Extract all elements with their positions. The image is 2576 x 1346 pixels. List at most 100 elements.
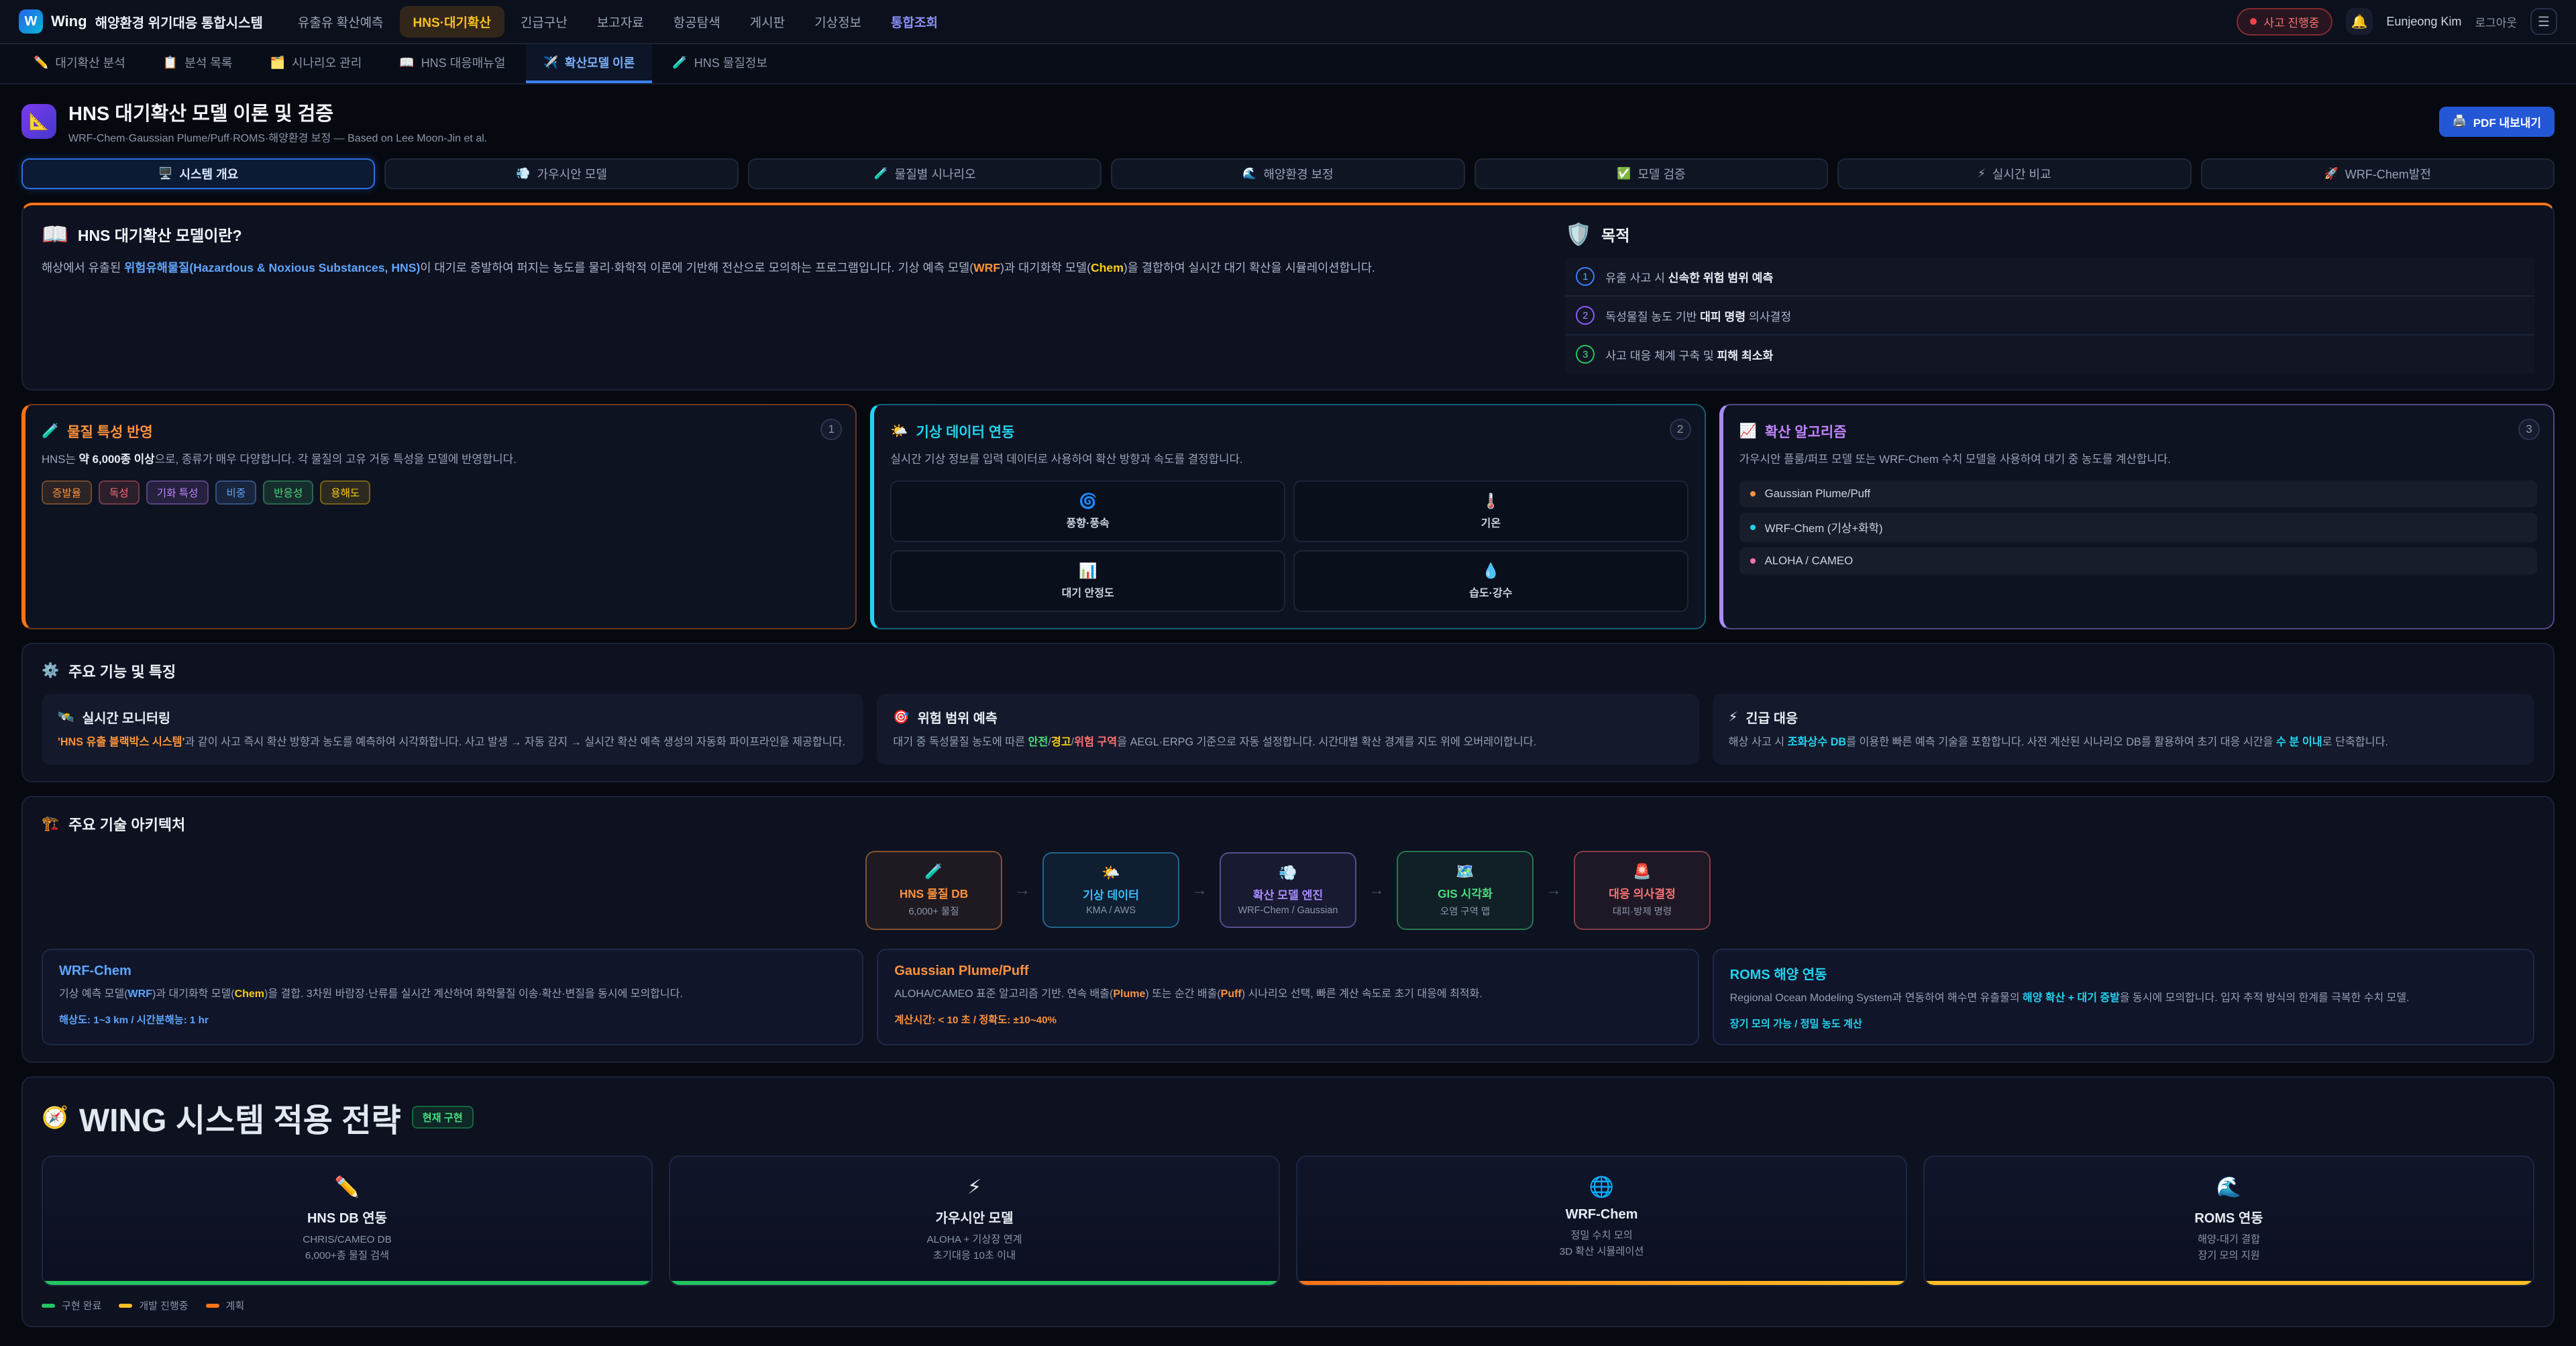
highlight-chem: Chem — [1091, 261, 1124, 274]
tab-model-validation[interactable]: ✅ 모델 검증 — [1474, 158, 1828, 189]
target-icon: 🎯 — [893, 709, 909, 725]
algorithm-list: Gaussian Plume/Puff WRF-Chem (기상+화학) ALO… — [1739, 480, 2537, 574]
tab-realtime-comparison[interactable]: ⚡ 실시간 비교 — [1837, 158, 2191, 189]
purpose-item: 3 사고 대응 체계 구축 및 피해 최소화 — [1565, 335, 2534, 373]
notification-bell-icon[interactable]: 🔔 — [2346, 8, 2373, 35]
incident-dot-icon — [2250, 18, 2257, 25]
weather-icon: 🌤️ — [890, 423, 908, 439]
tag-evaporation: 증발율 — [42, 480, 92, 505]
brand-logo-icon: W — [19, 9, 43, 34]
tag-specific-gravity: 비중 — [215, 480, 256, 505]
brand-name: Wing — [51, 13, 87, 30]
tech-wrfchem: WRF-Chem 기상 예측 모델(WRF)과 대기화학 모델(Chem)을 결… — [42, 949, 863, 1046]
subnav-scenario-management[interactable]: 🗂️ 시나리오 관리 — [252, 44, 379, 83]
page-header-left: 📐 HNS 대기확산 모델 이론 및 검증 WRF-Chem·Gaussian … — [21, 98, 487, 145]
tech-roms: ROMS 해양 연동 Regional Ocean Modeling Syste… — [1713, 949, 2534, 1046]
subnav-analysis[interactable]: ✏️ 대기확산 분석 — [16, 44, 143, 83]
strategy-gaussian: ⚡ 가우시안 모델 ALOHA + 기상장 연계 초기대응 10초 이내 — [669, 1155, 1280, 1286]
card-number-badge: 2 — [1670, 419, 1691, 440]
tab-gaussian-model[interactable]: 💨 가우시안 모델 — [384, 158, 738, 189]
subnav-model-theory[interactable]: ✈️ 확산모델 이론 — [526, 44, 653, 83]
shield-icon: 🛡️ — [1565, 221, 1592, 247]
droplet-icon: 💧 — [1300, 562, 1682, 580]
card-number-badge: 3 — [2518, 419, 2540, 440]
weather-icon: 🌤️ — [1057, 864, 1165, 882]
user-name: Eunjeong Kim — [2386, 15, 2461, 29]
printer-icon: 🖨️ — [2453, 115, 2467, 128]
features-title: 주요 기능 및 특징 — [68, 660, 176, 682]
tab-system-overview[interactable]: 🖥️ 시스템 개요 — [21, 158, 375, 189]
gear-icon: ⚙️ — [42, 663, 59, 679]
algo-gaussian: Gaussian Plume/Puff — [1739, 480, 2537, 507]
status-legend: 구현 완료 개발 진행중 계획 — [42, 1298, 2534, 1312]
book-icon: 📖 — [42, 221, 68, 247]
nav-item-weather[interactable]: 기상정보 — [801, 6, 875, 38]
wind-icon: 💨 — [516, 167, 530, 180]
tab-wrfchem-evolution[interactable]: 🚀 WRF-Chem발전 — [2201, 158, 2555, 189]
arrow-icon: → — [1368, 881, 1385, 900]
top-navigation: W Wing 해양환경 위기대응 통합시스템 유출유 확산예측 HNS·대기확산… — [0, 0, 2576, 44]
weather-tiles: 🌀 풍향·풍속 🌡️ 기온 📊 대기 안정도 💧 습도·강수 — [890, 480, 1688, 612]
incident-status-badge[interactable]: 사고 진행중 — [2237, 8, 2332, 36]
sub-navigation: ✏️ 대기확산 분석 📋 분석 목록 🗂️ 시나리오 관리 📖 HNS 대응매뉴… — [0, 44, 2576, 85]
subnav-analysis-list[interactable]: 📋 분석 목록 — [146, 44, 250, 83]
number-badge: 3 — [1576, 345, 1595, 364]
current-implementation-badge: 현재 구현 — [412, 1106, 474, 1129]
highlight-wrf: WRF — [973, 261, 1000, 274]
progress-bar — [43, 1281, 651, 1285]
nav-item-integrated-search[interactable]: 통합조회 — [877, 6, 951, 38]
nav-item-hns-dispersion[interactable]: HNS·대기확산 — [400, 6, 504, 38]
page-title: HNS 대기확산 모델 이론 및 검증 — [68, 98, 487, 126]
progress-bar — [1925, 1281, 2533, 1285]
arrow-icon: → — [1546, 881, 1562, 900]
bolt-icon: ⚡ — [684, 1176, 1265, 1199]
ruler-icon: 📐 — [21, 104, 56, 139]
subnav-hns-substance-info[interactable]: 🧪 HNS 물질정보 — [655, 44, 785, 83]
logout-button[interactable]: 로그아웃 — [2475, 13, 2517, 30]
strategy-roms: 🌊 ROMS 연동 해양-대기 결합 장기 모의 지원 — [1923, 1155, 2534, 1286]
tab-marine-correction[interactable]: 🌊 해양환경 보정 — [1111, 158, 1464, 189]
flow-model-engine: 💨 확산 모델 엔진 WRF-Chem / Gaussian — [1220, 852, 1356, 928]
architecture-flow: 🧪 HNS 물질 DB 6,000+ 물질 → 🌤️ 기상 데이터 KMA / … — [42, 851, 2534, 930]
purpose-item: 1 유출 사고 시 신속한 위험 범위 예측 — [1565, 258, 2534, 297]
tech-stat: 장기 모의 가능 / 정밀 농도 계산 — [1730, 1016, 2517, 1031]
nav-item-oil-spill[interactable]: 유출유 확산예측 — [284, 6, 397, 38]
incident-label: 사고 진행중 — [2263, 13, 2319, 30]
app-root: W Wing 해양환경 위기대응 통합시스템 유출유 확산예측 HNS·대기확산… — [0, 0, 2576, 1346]
menu-icon[interactable]: ☰ — [2530, 8, 2557, 35]
subnav-hns-manual[interactable]: 📖 HNS 대응매뉴얼 — [382, 44, 523, 83]
main-content: 📖 HNS 대기확산 모델이란? 해상에서 유출된 위험유해물질(Hazardo… — [0, 203, 2576, 1346]
folder-icon: 🗂️ — [270, 56, 284, 70]
feature-text: 대기 중 독성물질 농도에 따른 안전/경고/위험 구역을 AEGL·ERPG … — [893, 733, 1682, 752]
siren-icon: 🚨 — [1589, 863, 1696, 880]
pdf-export-button[interactable]: 🖨️ PDF 내보내기 — [2439, 107, 2555, 137]
nav-item-air-search[interactable]: 항공탐색 — [660, 6, 734, 38]
bullet-icon — [1750, 558, 1756, 564]
book-icon: 📖 — [399, 56, 414, 70]
algo-aloha: ALOHA / CAMEO — [1739, 548, 2537, 574]
intro-section: 📖 HNS 대기확산 모델이란? 해상에서 유출된 위험유해물질(Hazardo… — [21, 203, 2555, 391]
nav-item-rescue[interactable]: 긴급구난 — [507, 6, 581, 38]
algorithm-card: 📈 확산 알고리즘 3 가우시안 플룸/퍼프 모델 또는 WRF-Chem 수치… — [1719, 404, 2555, 629]
brand-title: 해양환경 위기대응 통합시스템 — [95, 12, 263, 32]
tech-stat: 해상도: 1~3 km / 시간분해능: 1 hr — [59, 1012, 846, 1027]
arrow-icon: → — [1014, 881, 1030, 900]
wave-icon: 🌊 — [1938, 1176, 2520, 1199]
tab-substance-scenarios[interactable]: 🧪 물질별 시나리오 — [748, 158, 1102, 189]
highlight-hns: 위험유해물질(Hazardous & Noxious Substances, H… — [124, 261, 420, 274]
purpose-card: 🛡️ 목적 1 유출 사고 시 신속한 위험 범위 예측 2 독성물질 농도 기… — [1565, 221, 2534, 373]
brand[interactable]: W Wing 해양환경 위기대응 통합시스템 — [19, 9, 263, 34]
nav-item-reports[interactable]: 보고자료 — [584, 6, 657, 38]
weather-data-card: 🌤️ 기상 데이터 연동 2 실시간 기상 정보를 입력 데이터로 사용하여 확… — [870, 404, 1705, 629]
wind-icon: 🌀 — [897, 493, 1279, 510]
check-icon: ✅ — [1617, 167, 1631, 180]
flow-gis-visualization: 🗺️ GIS 시각화 오염 구역 맵 — [1397, 851, 1534, 930]
page-header: 📐 HNS 대기확산 모델 이론 및 검증 WRF-Chem·Gaussian … — [0, 85, 2576, 156]
purpose-title: 목적 — [1601, 223, 1629, 246]
nav-item-board[interactable]: 게시판 — [737, 6, 798, 38]
legend-planned: 계획 — [206, 1298, 245, 1312]
tech-stat: 계산시간: < 10 초 / 정확도: ±10~40% — [894, 1012, 1681, 1027]
progress-bar — [1297, 1281, 1906, 1285]
page-subtitle: WRF-Chem·Gaussian Plume/Puff·ROMS·해양환경 보… — [68, 129, 487, 145]
intro-title: HNS 대기확산 모델이란? — [78, 223, 242, 246]
